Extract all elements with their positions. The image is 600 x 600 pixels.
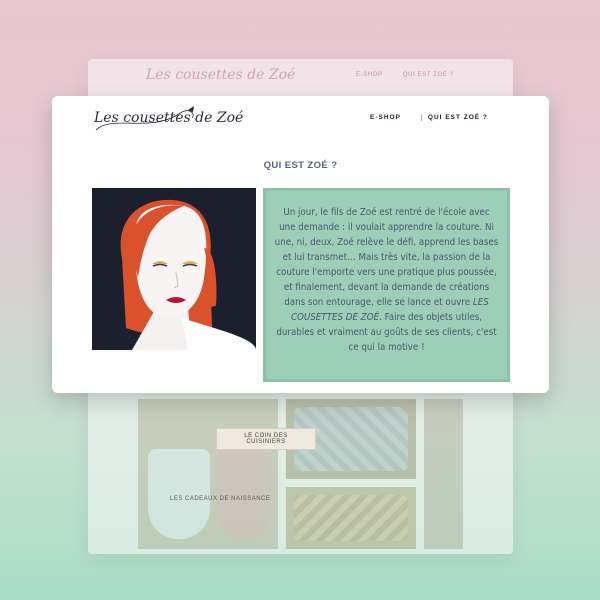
about-text: Un jour, le fils de Zoé est rentré de l'…	[263, 188, 510, 382]
coin-cuisiniers-button[interactable]: LE COIN DES CUISINIERS	[216, 428, 316, 450]
back-logo: Les cousettes de Zoé	[146, 67, 296, 83]
cadeaux-naissance-link[interactable]: LES CADEAUX DE NAISSANCE	[160, 492, 280, 506]
nav-eshop[interactable]: E-SHOP	[370, 114, 401, 121]
zoe-portrait	[92, 188, 256, 350]
gallery-tile-fabric	[286, 487, 416, 549]
main-nav: E-SHOP QUI EST ZOÉ ?	[370, 114, 488, 121]
back-nav: E-SHOP QUI EST ZOÉ ?	[356, 72, 472, 78]
product-gallery	[138, 399, 463, 549]
about-paragraph-start: Un jour, le fils de Zoé est rentré de l'…	[274, 207, 499, 308]
portrait-illustration-icon	[92, 188, 256, 350]
site-logo[interactable]: Les cousettes de Zoé	[94, 110, 243, 126]
qui-est-zoe-page: Les cousettes de Zoé E-SHOP QUI EST ZOÉ …	[52, 96, 549, 393]
gallery-tile-cups	[138, 399, 278, 549]
page-title: QUI EST ZOÉ ?	[263, 160, 338, 171]
back-nav-eshop: E-SHOP	[356, 72, 383, 78]
nav-qui-est-zoe[interactable]: QUI EST ZOÉ ?	[420, 114, 488, 121]
back-nav-qui: QUI EST ZOÉ ?	[402, 72, 454, 78]
gallery-tile-edge	[424, 399, 463, 549]
